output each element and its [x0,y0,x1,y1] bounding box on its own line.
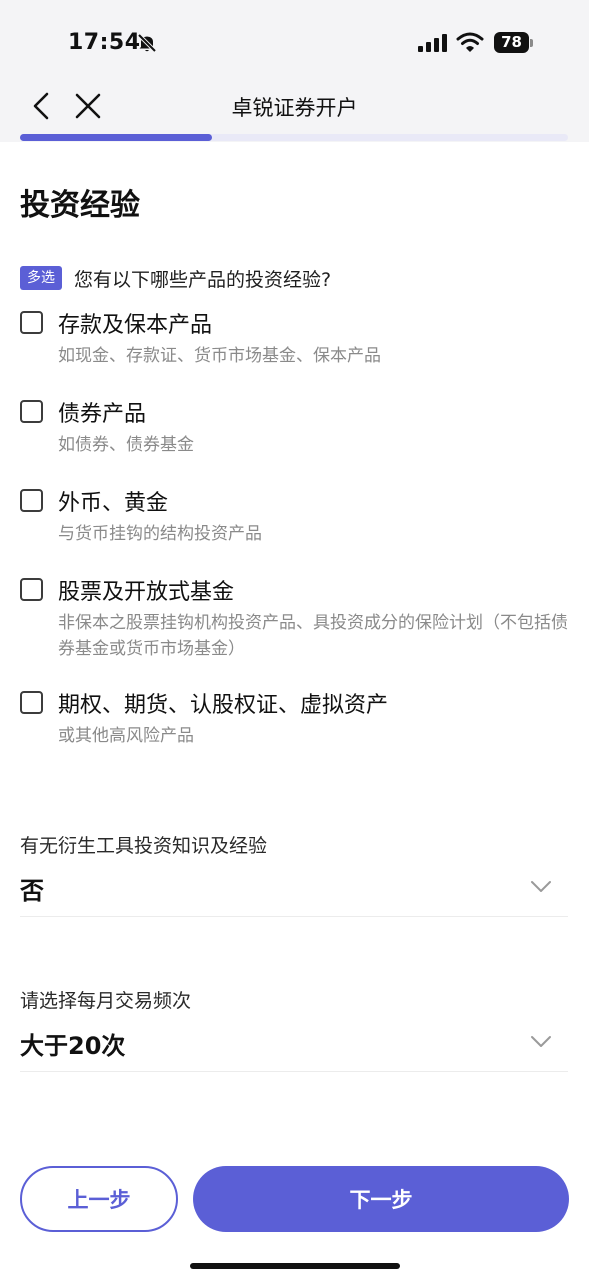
option-label: 股票及开放式基金 [58,580,235,605]
checkbox[interactable] [20,489,43,512]
chevron-down-icon [531,881,551,892]
nav-bar: 卓锐证券开户 [0,80,589,132]
option-deposits[interactable]: 存款及保本产品 如现金、存款证、货币市场基金、保本产品 [20,309,575,369]
previous-step-button[interactable]: 上一步 [20,1166,178,1232]
option-description: 如现金、存款证、货币市场基金、保本产品 [58,346,381,366]
status-time: 17:54 [68,30,141,55]
option-label: 外币、黄金 [58,491,169,516]
field-value: 否 [20,877,44,905]
option-forex-gold[interactable]: 外币、黄金 与货币挂钩的结构投资产品 [20,487,575,547]
multi-select-badge: 多选 [20,266,62,290]
option-description: 或其他高风险产品 [58,726,194,746]
home-indicator[interactable] [190,1263,400,1269]
cellular-signal-icon [418,33,448,53]
page-title: 投资经验 [20,188,140,223]
option-label: 债券产品 [58,402,147,427]
option-description: 非保本之股票挂钩机构投资产品、具投资成分的保险计划（不包括债券基金或货币市场基金… [58,613,568,659]
field-value: 大于20次 [20,1032,126,1060]
option-label: 期权、期货、认股权证、虚拟资产 [58,693,389,718]
battery-level: 78 [494,32,529,53]
option-stocks-funds[interactable]: 股票及开放式基金 非保本之股票挂钩机构投资产品、具投资成分的保险计划（不包括债券… [20,576,575,662]
nav-title: 卓锐证券开户 [231,96,358,120]
checkbox[interactable] [20,578,43,601]
progress-bar-fill [20,134,212,141]
battery-tip [530,39,533,47]
battery-indicator: 78 [494,32,534,54]
account-opening-screen: 17:54 78 卓锐证券开户 投资经验 多选 您有以下哪些产品的投资经验? 存… [0,0,589,1280]
option-label: 存款及保本产品 [58,313,213,338]
field-label: 请选择每月交易频次 [20,990,192,1012]
wifi-icon [456,31,484,53]
question-row: 多选 您有以下哪些产品的投资经验? [20,264,331,292]
trade-frequency-select[interactable]: 请选择每月交易频次 大于20次 [20,986,568,1072]
option-description: 与货币挂钩的结构投资产品 [58,524,262,544]
option-description: 如债券、债券基金 [58,435,194,455]
status-bar: 17:54 78 [0,0,589,80]
derivatives-experience-select[interactable]: 有无衍生工具投资知识及经验 否 [20,831,568,917]
bell-off-icon [136,32,158,54]
question-text: 您有以下哪些产品的投资经验? [74,268,332,291]
option-derivatives-virtual[interactable]: 期权、期货、认股权证、虚拟资产 或其他高风险产品 [20,689,575,749]
field-label: 有无衍生工具投资知识及经验 [20,835,268,857]
next-step-button[interactable]: 下一步 [193,1166,569,1232]
checkbox[interactable] [20,400,43,423]
header-area: 17:54 78 卓锐证券开户 [0,0,589,142]
checkbox[interactable] [20,311,43,334]
option-bonds[interactable]: 债券产品 如债券、债券基金 [20,398,575,458]
chevron-down-icon [531,1036,551,1047]
checkbox[interactable] [20,691,43,714]
progress-bar [20,134,568,141]
